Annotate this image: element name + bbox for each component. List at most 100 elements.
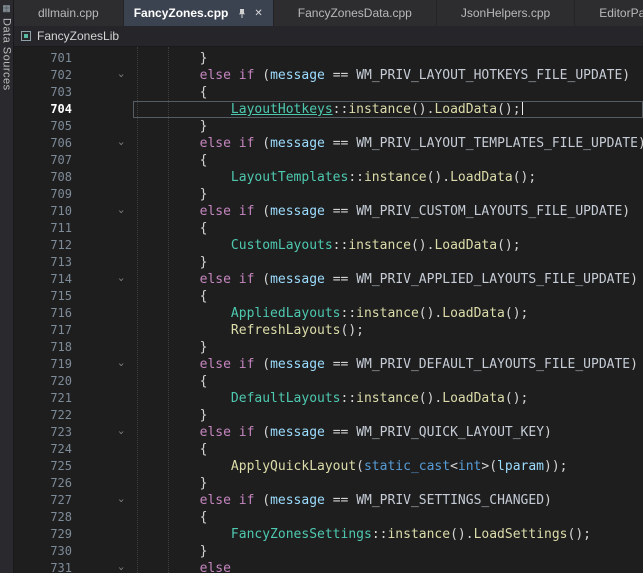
pin-icon[interactable] — [237, 8, 247, 19]
code-line[interactable]: 719› else if (message == WM_PRIV_DEFAULT… — [14, 356, 643, 373]
line-number[interactable]: 730 — [14, 543, 72, 560]
fold-chevron-icon[interactable]: › — [72, 492, 137, 509]
code-line[interactable]: 710› else if (message == WM_PRIV_CUSTOM_… — [14, 203, 643, 220]
line-number[interactable]: 729 — [14, 526, 72, 543]
line-number[interactable]: 708 — [14, 169, 72, 186]
code-line[interactable]: 706› else if (message == WM_PRIV_LAYOUT_… — [14, 135, 643, 152]
code-line[interactable]: 713 } — [14, 254, 643, 271]
line-number[interactable]: 707 — [14, 152, 72, 169]
fold-chevron-icon[interactable]: › — [72, 135, 137, 152]
code-line[interactable]: 722 } — [14, 407, 643, 424]
line-number[interactable]: 725 — [14, 458, 72, 475]
close-icon[interactable]: ✕ — [254, 8, 262, 19]
line-number[interactable]: 706 — [14, 135, 72, 152]
fold-chevron-icon[interactable]: › — [72, 203, 137, 220]
code-text: } — [137, 118, 207, 135]
line-number[interactable]: 731 — [14, 560, 72, 573]
code-line[interactable]: 707 { — [14, 152, 643, 169]
tab-fancyzones-cpp[interactable]: FancyZones.cpp ✕ — [124, 0, 274, 26]
line-number[interactable]: 701 — [14, 50, 72, 67]
fold-margin — [72, 322, 137, 339]
line-number[interactable]: 724 — [14, 441, 72, 458]
tab-editorparameters-cpp[interactable]: EditorParamet — [575, 0, 643, 26]
code-line[interactable]: 716 AppliedLayouts::instance().LoadData(… — [14, 305, 643, 322]
code-line[interactable]: 703 { — [14, 84, 643, 101]
navigation-bar[interactable]: FancyZonesLib — [14, 26, 643, 47]
line-number[interactable]: 720 — [14, 373, 72, 390]
code-line[interactable]: 709 } — [14, 186, 643, 203]
tab-label: EditorParamet — [599, 6, 643, 20]
line-number[interactable]: 714 — [14, 271, 72, 288]
code-line[interactable]: 717 RefreshLayouts(); — [14, 322, 643, 339]
fold-margin — [72, 526, 137, 543]
code-text: else if (message == WM_PRIV_LAYOUT_TEMPL… — [137, 135, 643, 152]
code-text: DefaultLayouts::instance().LoadData(); — [137, 390, 528, 407]
data-sources-icon: ▦ — [2, 3, 11, 13]
code-line[interactable]: 718 } — [14, 339, 643, 356]
code-line[interactable]: 728 { — [14, 509, 643, 526]
line-number[interactable]: 709 — [14, 186, 72, 203]
tab-jsonhelpers-cpp[interactable]: JsonHelpers.cpp — [437, 0, 575, 26]
code-line[interactable]: 723› else if (message == WM_PRIV_QUICK_L… — [14, 424, 643, 441]
code-line[interactable]: 714› else if (message == WM_PRIV_APPLIED… — [14, 271, 643, 288]
code-line[interactable]: 724 { — [14, 441, 643, 458]
line-number[interactable]: 702 — [14, 67, 72, 84]
code-line[interactable]: 725 ApplyQuickLayout(static_cast<int>(lp… — [14, 458, 643, 475]
fold-chevron-icon[interactable]: › — [72, 271, 137, 288]
line-number[interactable]: 717 — [14, 322, 72, 339]
line-number[interactable]: 727 — [14, 492, 72, 509]
code-line[interactable]: 729 FancyZonesSettings::instance().LoadS… — [14, 526, 643, 543]
fold-margin — [72, 152, 137, 169]
line-number[interactable]: 704 — [14, 101, 72, 118]
side-panel-strip: ▦ Data Sources — [0, 0, 14, 573]
code-line[interactable]: 726 } — [14, 475, 643, 492]
code-line[interactable]: 702› else if (message == WM_PRIV_LAYOUT_… — [14, 67, 643, 84]
code-text: ApplyQuickLayout(static_cast<int>(lparam… — [137, 458, 568, 475]
fold-margin — [72, 169, 137, 186]
line-number[interactable]: 728 — [14, 509, 72, 526]
fold-margin — [72, 118, 137, 135]
line-number[interactable]: 716 — [14, 305, 72, 322]
code-text: { — [137, 441, 207, 458]
line-number[interactable]: 726 — [14, 475, 72, 492]
code-line[interactable]: 705 } — [14, 118, 643, 135]
text-cursor — [522, 101, 524, 115]
tab-dllmain-cpp[interactable]: dllmain.cpp — [14, 0, 124, 26]
line-number[interactable]: 711 — [14, 220, 72, 237]
fold-margin — [72, 390, 137, 407]
code-editor[interactable]: 701 }702› else if (message == WM_PRIV_LA… — [14, 47, 643, 573]
code-line[interactable]: 731› else — [14, 560, 643, 573]
line-number[interactable]: 721 — [14, 390, 72, 407]
fold-chevron-icon[interactable]: › — [72, 356, 137, 373]
code-line[interactable]: 701 } — [14, 50, 643, 67]
code-line[interactable]: 704 LayoutHotkeys::instance().LoadData()… — [14, 101, 643, 118]
code-line[interactable]: 712 CustomLayouts::instance().LoadData()… — [14, 237, 643, 254]
code-line[interactable]: 711 { — [14, 220, 643, 237]
fold-chevron-icon[interactable]: › — [72, 560, 137, 573]
code-line[interactable]: 708 LayoutTemplates::instance().LoadData… — [14, 169, 643, 186]
code-text: AppliedLayouts::instance().LoadData(); — [137, 305, 528, 322]
line-number[interactable]: 705 — [14, 118, 72, 135]
data-sources-tab[interactable]: ▦ Data Sources — [1, 3, 13, 91]
tab-fancyzonesdata-cpp[interactable]: FancyZonesData.cpp — [274, 0, 437, 26]
fold-margin — [72, 543, 137, 560]
line-number[interactable]: 715 — [14, 288, 72, 305]
line-number[interactable]: 713 — [14, 254, 72, 271]
line-number[interactable]: 710 — [14, 203, 72, 220]
code-line[interactable]: 727› else if (message == WM_PRIV_SETTING… — [14, 492, 643, 509]
line-number[interactable]: 718 — [14, 339, 72, 356]
line-number[interactable]: 722 — [14, 407, 72, 424]
fold-chevron-icon[interactable]: › — [72, 67, 137, 84]
line-number[interactable]: 723 — [14, 424, 72, 441]
code-line[interactable]: 730 } — [14, 543, 643, 560]
code-text: { — [137, 84, 207, 101]
fold-chevron-icon[interactable]: › — [72, 424, 137, 441]
code-line[interactable]: 721 DefaultLayouts::instance().LoadData(… — [14, 390, 643, 407]
line-number[interactable]: 712 — [14, 237, 72, 254]
code-line[interactable]: 715 { — [14, 288, 643, 305]
vs-editor-window: ▦ Data Sources dllmain.cpp FancyZones.cp… — [0, 0, 643, 573]
code-text: else if (message == WM_PRIV_SETTINGS_CHA… — [137, 492, 552, 509]
line-number[interactable]: 703 — [14, 84, 72, 101]
code-line[interactable]: 720 { — [14, 373, 643, 390]
line-number[interactable]: 719 — [14, 356, 72, 373]
